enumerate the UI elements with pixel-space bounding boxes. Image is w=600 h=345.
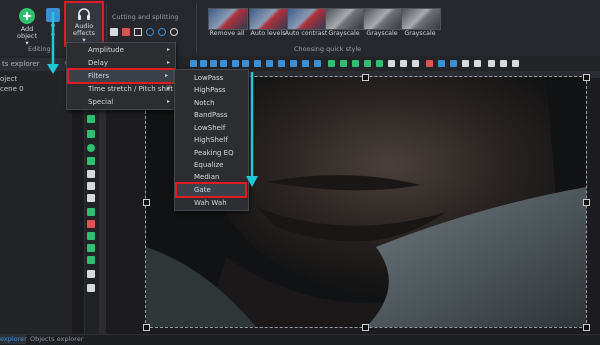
annotation-overlay (47, 12, 258, 187)
annotation-arrow-right (246, 72, 258, 187)
annotation-arrow-left (47, 12, 59, 74)
